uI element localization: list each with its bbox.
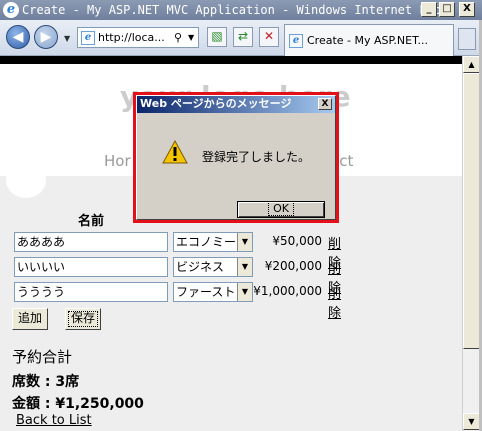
ok-button[interactable]: OK — [237, 201, 325, 218]
price-text: ¥1,000,000 — [253, 284, 322, 298]
refresh-icon[interactable]: ⇄ — [233, 27, 253, 47]
scroll-up-icon[interactable]: ▲ — [463, 56, 480, 73]
seat-count: 席数 : 3席 — [12, 374, 80, 390]
ok-button-label: OK — [268, 201, 294, 216]
name-column-header: 名前 — [78, 214, 105, 229]
window-title-bar: e Create - My ASP.NET MVC Application - … — [0, 0, 482, 20]
browser-toolbar: ◀ ▶ ▼ e http://loca... ⚲ ▼ ▧ ⇄ ✕ e Creat… — [0, 20, 482, 56]
address-dropdown-icon[interactable]: ▼ — [188, 33, 198, 42]
vertical-scrollbar[interactable]: ▲ ▼ — [462, 56, 480, 431]
name-input[interactable]: うううう — [14, 282, 168, 302]
total-amount: 金額 : ¥1,250,000 — [12, 396, 144, 412]
address-url[interactable]: http://loca... — [98, 31, 174, 44]
forward-button[interactable]: ▶ — [34, 25, 58, 49]
history-dropdown-icon[interactable]: ▼ — [64, 34, 70, 43]
summary-title: 予約合計 — [12, 348, 73, 366]
header-band — [0, 56, 462, 64]
minimize-button[interactable]: _ — [421, 2, 437, 17]
seat-class-value: ビジネス — [176, 260, 225, 274]
back-button[interactable]: ◀ — [6, 25, 30, 49]
maximize-button[interactable]: □ — [439, 2, 455, 17]
dialog-title: Web ページからのメッセージ — [137, 96, 335, 113]
tab-label: Create - My ASP.NET... — [307, 34, 429, 47]
address-bar[interactable]: e http://loca... ⚲ ▼ — [77, 27, 199, 48]
scroll-down-icon[interactable]: ▼ — [463, 413, 480, 430]
seat-class-value: ファースト — [176, 285, 236, 299]
warning-icon — [162, 140, 188, 164]
name-input[interactable]: ああああ — [14, 232, 168, 252]
message-dialog: Web ページからのメッセージ X 登録完了しました。 OK — [136, 95, 336, 220]
price-text: ¥50,000 — [272, 234, 322, 248]
seat-class-value: エコノミー — [176, 235, 237, 249]
stop-icon[interactable]: ✕ — [259, 27, 279, 47]
name-input[interactable]: いいいい — [14, 257, 168, 277]
close-window-button[interactable]: X — [459, 2, 475, 17]
dialog-close-button[interactable]: X — [318, 98, 332, 110]
tab-page-icon: e — [289, 33, 303, 48]
nav-home-link[interactable]: Hor — [104, 152, 131, 170]
delete-link[interactable]: 削除 — [328, 283, 341, 321]
scroll-thumb[interactable] — [463, 73, 480, 349]
header-decoration — [6, 162, 46, 198]
search-icon[interactable]: ⚲ — [174, 31, 188, 44]
save-button[interactable]: 保存 — [65, 308, 102, 330]
price-text: ¥200,000 — [264, 259, 322, 273]
add-button[interactable]: 追加 — [12, 308, 49, 330]
compatibility-view-icon[interactable]: ▧ — [207, 27, 227, 47]
window-title: Create - My ASP.NET MVC Application - Wi… — [22, 3, 440, 17]
browser-tab[interactable]: e Create - My ASP.NET... — [284, 24, 454, 56]
ie-logo-icon: e — [3, 2, 19, 18]
page-icon: e — [81, 30, 95, 45]
dialog-message: 登録完了しました。 — [202, 150, 311, 164]
new-tab-button[interactable] — [458, 28, 476, 50]
back-to-list-link[interactable]: Back to List — [16, 413, 92, 428]
